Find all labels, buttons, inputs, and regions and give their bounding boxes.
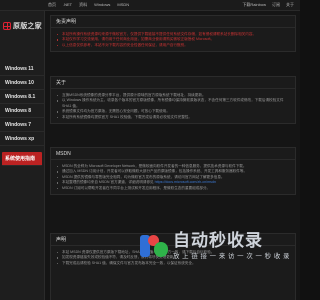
- top-link-download[interactable]: 下载Rainbow: [242, 2, 266, 8]
- sidebar-nav: Windows 11 Windows 10 Windows 8.1 Window…: [0, 62, 45, 166]
- panel-title: 免责声明: [51, 16, 295, 28]
- sidebar-item-windows-11[interactable]: Windows 11: [0, 62, 45, 76]
- panel-body: MSDN 的全称为 Microsoft Developer Network，是微…: [51, 160, 295, 194]
- top-link-msdn[interactable]: MSDN: [117, 2, 129, 8]
- watermark-title: 自动秒收录: [173, 231, 263, 250]
- top-link-windows[interactable]: Windows: [94, 2, 110, 8]
- panel-disclaimer: 免责声明 本站所有操作系统资源均来源于微软官方，仅提供下载链接不提供任何系统文件…: [50, 15, 296, 53]
- panel-title: 关于: [51, 77, 295, 89]
- panel-msdn: MSDN MSDN 的全称为 Microsoft Developer Netwo…: [50, 147, 296, 196]
- watermark-logo-blob-green: [154, 242, 168, 257]
- watermark-overlay: 自动秒收录 放 上 链 接 一 来 访 一 次 一 秒 收 录: [140, 229, 296, 263]
- sidebar-item-windows-10[interactable]: Windows 10: [0, 76, 45, 90]
- top-link-home[interactable]: 首页: [48, 2, 56, 8]
- watermark-logo-icon: [140, 233, 170, 259]
- top-link-resources[interactable]: 资料: [79, 2, 87, 8]
- top-nav-links: 首页 .NET 资料 Windows MSDN: [48, 2, 129, 8]
- panel-body: 本站所有操作系统资源均来源于微软官方，仅提供下载链接不提供任何系统文件存储，如有…: [51, 28, 295, 51]
- panel-about: 关于 互换MSDN系统镜像的资源分享平台，提供原汁原味的官方原版系统下载地址，持…: [50, 76, 296, 125]
- top-link-about[interactable]: 关于: [286, 2, 294, 8]
- watermark-text: 自动秒收录 放 上 链 接 一 来 访 一 次 一 秒 收 录: [173, 231, 290, 261]
- sidebar: 原版之家 Windows 11 Windows 10 Windows 8.1 W…: [0, 11, 45, 300]
- top-navigation-bar: 首页 .NET 资料 Windows MSDN 下载Rainbow 订阅 关于: [0, 0, 300, 11]
- panel-title: MSDN: [51, 148, 295, 160]
- top-link-subscribe[interactable]: 订阅: [272, 2, 280, 8]
- top-nav-right: 下载Rainbow 订阅 关于: [242, 2, 294, 8]
- logo-cross-icon: [3, 22, 11, 30]
- top-link-dotnet[interactable]: .NET: [63, 2, 72, 8]
- msdn-line: MSDN 订阅可以帮助开发者在不同平台上测试和开发应用程序，是微软生态的重要组成…: [57, 186, 290, 191]
- logo-text: 原版之家: [13, 23, 42, 30]
- panel-body: 互换MSDN系统镜像的资源分享平台，提供原汁原味的官方原版系统下载地址，持续更新…: [51, 89, 295, 123]
- msdn-link[interactable]: https://docs.microsoft.com/zh-cn/msdn: [155, 180, 216, 184]
- watermark-subtitle: 放 上 链 接 一 来 访 一 次 一 秒 收 录: [173, 253, 290, 260]
- sidebar-item-guide[interactable]: 系统使用指南: [2, 152, 42, 166]
- disclaimer-line: 以上信息仅供参考，本站不对下载内容的安全性做任何保证，请用户自行甄别。: [57, 43, 290, 48]
- about-line: 以 Windows 操作系统为主，收录各个版本的官方原版镜像，所有镜像均保持微软…: [57, 98, 290, 109]
- sidebar-item-windows-xp[interactable]: Windows xp: [0, 132, 45, 146]
- about-line: 本站所有系统镜像均提供官方 SHA1 校验值，下载完成后请务必校验文件完整性。: [57, 115, 290, 120]
- msdn-line-text: 本站整理的镜像均来自 MSDN 官方渠道，详细说明请参见: [62, 180, 154, 185]
- sidebar-item-windows-8[interactable]: Windows 8: [0, 104, 45, 118]
- sidebar-item-windows-7[interactable]: Windows 7: [0, 118, 45, 132]
- sidebar-item-windows-8-1[interactable]: Windows 8.1: [0, 90, 45, 104]
- site-logo[interactable]: 原版之家: [3, 17, 42, 35]
